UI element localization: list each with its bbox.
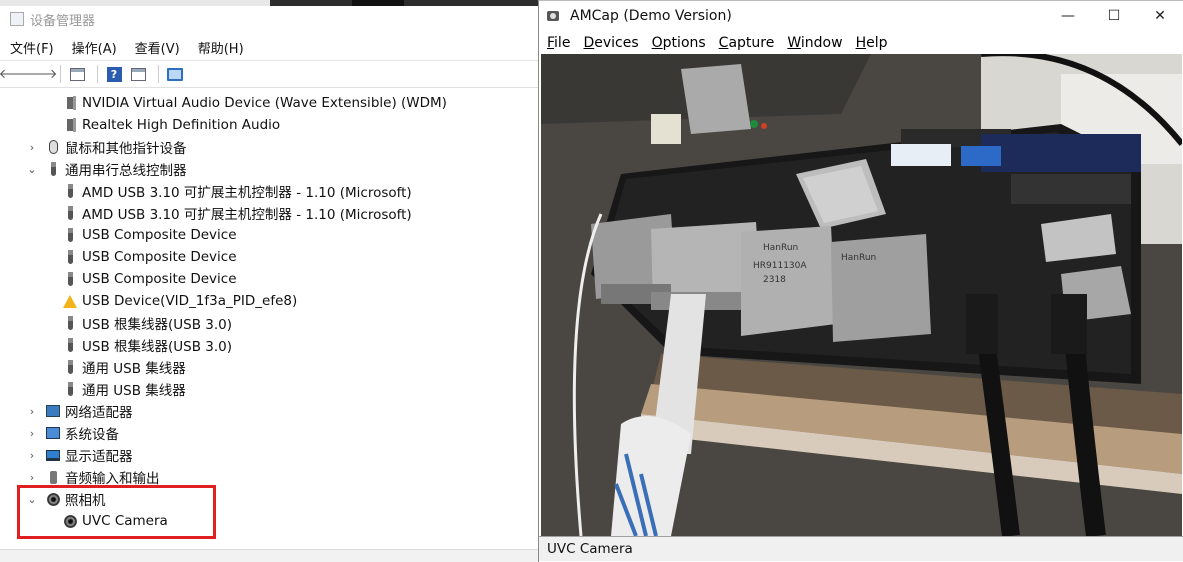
device-tree-label: AMD USB 3.10 可扩展主机控制器 - 1.10 (Microsoft) [82,207,412,223]
device-tree-label: 通用串行总线控制器 [65,163,187,179]
usb-icon [63,337,77,353]
device-tree-label: 网络适配器 [65,405,133,421]
amcap-title: AMCap (Demo Version) [570,8,732,24]
expand-chevron-icon[interactable]: › [26,471,38,484]
mouse-icon [46,139,60,155]
device-tree-item[interactable]: USB Composite Device [63,224,237,246]
device-tree-item[interactable]: › 鼠标和其他指针设备 [26,136,187,158]
forward-arrow-icon[interactable]: 🡒 [23,64,58,84]
device-tree-label: USB 根集线器(USB 3.0) [82,339,233,355]
device-tree: NVIDIA Virtual Audio Device (Wave Extens… [6,91,538,549]
properties-grid-icon[interactable] [67,64,87,84]
device-tree-item[interactable]: USB Composite Device [63,268,237,290]
camera-app-icon [547,8,563,24]
help-icon[interactable]: ? [104,64,124,84]
show-details-icon[interactable] [128,64,148,84]
camera-preview-image: HanRun HR911130A 2318 HanRun [541,54,1182,536]
device-tree-label: Realtek High Definition Audio [82,117,281,133]
device-tree-label: 鼠标和其他指针设备 [65,141,187,157]
menu-capture[interactable]: Capture [719,35,775,51]
device-tree-label: USB 根集线器(USB 3.0) [82,317,233,333]
status-device-name: UVC Camera [547,541,633,557]
device-tree-item[interactable]: USB 根集线器(USB 3.0) [63,334,232,356]
usb-icon [63,183,77,199]
device-tree-item[interactable]: AMD USB 3.10 可扩展主机控制器 - 1.10 (Microsoft) [63,180,412,202]
usb-icon [63,359,77,375]
device-manager-app-icon [10,12,24,26]
menu-action[interactable]: 操作(A) [70,38,119,57]
menu-devices[interactable]: Devices [583,35,638,51]
amcap-window: AMCap (Demo Version) — ☐ ✕ File Devices … [538,0,1183,562]
device-tree-item[interactable]: ⌄ 通用串行总线控制器 [26,158,187,180]
expand-chevron-icon[interactable]: › [26,427,38,440]
usb-icon [63,227,77,243]
usb-icon [63,315,77,331]
amcap-status-bar: UVC Camera [539,536,1183,561]
device-manager-window: 设备管理器 文件(F) 操作(A) 查看(V) 帮助(H) 🡐 🡒 ? NVID… [0,0,560,562]
minimize-icon[interactable]: — [1045,1,1091,31]
device-manager-title: 设备管理器 [30,13,96,29]
device-tree-item[interactable]: AMD USB 3.10 可扩展主机控制器 - 1.10 (Microsoft) [63,202,412,224]
device-tree-item[interactable]: › 网络适配器 [26,400,133,422]
device-tree-label: 通用 USB 集线器 [82,383,186,399]
chip-brand-label: HanRun [763,243,798,253]
close-icon[interactable]: ✕ [1137,1,1183,31]
device-manager-titlebar[interactable]: 设备管理器 [0,6,560,32]
speaker-icon [63,117,77,133]
device-tree-item[interactable]: NVIDIA Virtual Audio Device (Wave Extens… [63,92,447,114]
maximize-icon[interactable]: ☐ [1091,1,1137,31]
device-tree-item[interactable]: USB 根集线器(USB 3.0) [63,312,232,334]
menu-file[interactable]: File [547,35,570,51]
device-tree-label: 系统设备 [65,427,119,443]
audio-io-icon [46,469,60,485]
chip-code-label: 2318 [763,275,786,285]
camera-preview: HanRun HR911130A 2318 HanRun [541,54,1182,536]
expand-chevron-icon[interactable]: › [26,449,38,462]
usb-icon [63,381,77,397]
menu-file[interactable]: 文件(F) [8,38,56,57]
device-tree-label: 显示适配器 [65,449,133,465]
device-tree-label: USB Device(VID_1f3a_PID_efe8) [82,293,298,309]
usb-icon [46,161,60,177]
usb-icon [63,249,77,265]
device-tree-item[interactable]: Realtek High Definition Audio [63,114,280,136]
usb-icon [63,205,77,221]
device-manager-menubar: 文件(F) 操作(A) 查看(V) 帮助(H) [0,35,560,59]
menu-help[interactable]: Help [856,35,888,51]
menu-help[interactable]: 帮助(H) [196,38,246,57]
collapse-chevron-icon[interactable]: ⌄ [26,163,38,176]
speaker-icon [63,95,77,111]
device-tree-label: USB Composite Device [82,271,237,287]
menu-view[interactable]: 查看(V) [133,38,182,57]
device-tree-item[interactable]: USB Composite Device [63,246,237,268]
scan-hardware-monitor-icon[interactable] [165,64,185,84]
expand-chevron-icon[interactable]: › [26,405,38,418]
device-tree-label: USB Composite Device [82,249,237,265]
chip-model-label: HR911130A [753,261,807,271]
usb-port [681,64,751,134]
device-tree-label: USB Composite Device [82,227,237,243]
device-tree-label: 音频输入和输出 [65,471,160,487]
network-adapter-icon [46,403,60,419]
menu-options[interactable]: Options [652,35,706,51]
device-tree-item[interactable]: 通用 USB 集线器 [63,378,186,400]
chip-brand-label-2: HanRun [841,253,876,263]
amcap-menubar: File Devices Options Capture Window Help [539,32,1183,54]
horizontal-scrollbar[interactable] [0,549,540,562]
device-tree-label: 通用 USB 集线器 [82,361,186,377]
menu-window[interactable]: Window [787,35,842,51]
device-tree-item[interactable]: › 系统设备 [26,422,119,444]
device-tree-item[interactable]: › 显示适配器 [26,444,133,466]
device-tree-label: NVIDIA Virtual Audio Device (Wave Extens… [82,95,447,111]
usb-icon [63,271,77,287]
device-tree-item[interactable]: 通用 USB 集线器 [63,356,186,378]
device-tree-label: AMD USB 3.10 可扩展主机控制器 - 1.10 (Microsoft) [82,185,412,201]
display-adapter-icon [46,447,60,463]
camera-highlight-box [17,485,216,539]
system-device-icon [46,425,60,441]
device-tree-item[interactable]: USB Device(VID_1f3a_PID_efe8) [63,290,297,312]
device-manager-toolbar: 🡐 🡒 ? [0,60,560,88]
warning-icon [63,293,77,309]
expand-chevron-icon[interactable]: › [26,141,38,154]
